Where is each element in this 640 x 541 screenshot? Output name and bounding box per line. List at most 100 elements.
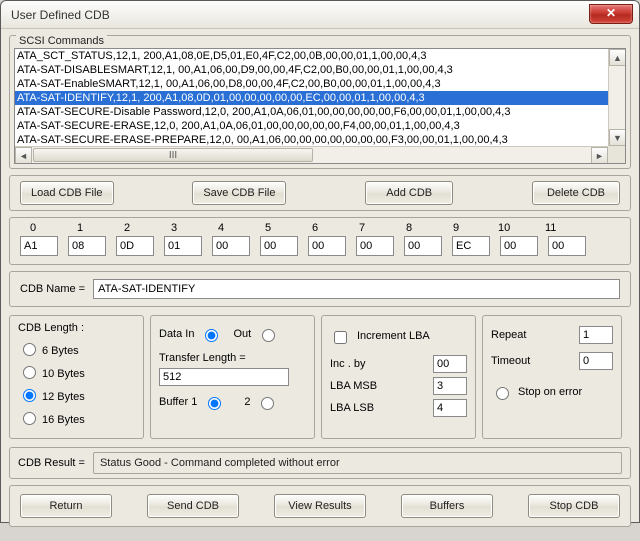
cdb-result-label: CDB Result = [18, 457, 85, 469]
timeout-input[interactable] [579, 352, 613, 370]
data-out-radio[interactable] [262, 329, 275, 342]
incby-input[interactable] [433, 355, 467, 373]
scroll-up-icon[interactable]: ▲ [609, 49, 626, 66]
scroll-left-icon[interactable]: ◄ [15, 147, 32, 164]
save-cdb-file-button[interactable]: Save CDB File [192, 181, 286, 205]
cdb-name-label: CDB Name = [20, 283, 85, 295]
repeat-label: Repeat [491, 329, 526, 341]
data-in-radio[interactable] [205, 329, 218, 342]
send-cdb-button[interactable]: Send CDB [147, 494, 239, 518]
scroll-right-icon[interactable]: ► [591, 147, 608, 164]
delete-cdb-button[interactable]: Delete CDB [532, 181, 620, 205]
cdb-length-panel: CDB Length : 6 Bytes 10 Bytes 12 Bytes 16 B… [9, 315, 144, 439]
length-option[interactable]: 10 Bytes [18, 361, 135, 380]
bottom-buttons-group: Return Send CDB View Results Buffers Sto… [9, 485, 631, 527]
byte-header: 11 [545, 222, 555, 234]
return-button[interactable]: Return [20, 494, 112, 518]
file-buttons-group: Load CDB File Save CDB File Add CDB Dele… [9, 175, 631, 211]
byte-input-1[interactable] [68, 236, 106, 256]
byte-header: 4 [216, 222, 226, 234]
byte-input-0[interactable] [20, 236, 58, 256]
load-cdb-file-button[interactable]: Load CDB File [20, 181, 114, 205]
byte-header: 8 [404, 222, 414, 234]
lba-msb-label: LBA MSB [330, 380, 377, 392]
length-radio[interactable] [23, 343, 36, 356]
increment-lba-checkbox[interactable] [334, 331, 347, 344]
byte-header: 6 [310, 222, 320, 234]
stop-on-error-radio[interactable] [496, 387, 509, 400]
byte-input-9[interactable] [452, 236, 490, 256]
data-io-panel: Data In Out Transfer Length = Buffer 1 2 [150, 315, 315, 439]
list-item[interactable]: ATA_SCT_STATUS,12,1, 200,A1,08,0E,D5,01,… [15, 49, 608, 63]
byte-input-8[interactable] [404, 236, 442, 256]
scroll-corner [608, 146, 625, 163]
byte-header: 0 [28, 222, 38, 234]
list-item[interactable]: ATA-SAT-DISABLESMART,12,1, 00,A1,06,00,D… [15, 63, 608, 77]
byte-input-4[interactable] [212, 236, 250, 256]
byte-input-2[interactable] [116, 236, 154, 256]
length-radio[interactable] [23, 389, 36, 402]
close-icon: ✕ [606, 6, 616, 20]
close-button[interactable]: ✕ [589, 4, 633, 24]
lba-msb-input[interactable] [433, 377, 467, 395]
byte-header: 3 [169, 222, 179, 234]
byte-header: 2 [122, 222, 132, 234]
lba-lsb-label: LBA LSB [330, 402, 374, 414]
data-out-label: Out [233, 328, 251, 340]
stop-cdb-button[interactable]: Stop CDB [528, 494, 620, 518]
transfer-length-label: Transfer Length = [159, 352, 246, 364]
scsi-commands-label: SCSI Commands [16, 35, 107, 47]
buffers-button[interactable]: Buffers [401, 494, 493, 518]
window-title: User Defined CDB [11, 8, 110, 22]
byte-input-11[interactable] [548, 236, 586, 256]
cdb-name-group: CDB Name = [9, 271, 631, 307]
cdb-name-input[interactable] [93, 279, 620, 299]
list-item[interactable]: ATA-SAT-SECURE-ERASE,12,0, 200,A1,0A,06,… [15, 119, 608, 133]
repeat-panel: Repeat Timeout Stop on error [482, 315, 622, 439]
byte-input-3[interactable] [164, 236, 202, 256]
buffer1-label: Buffer 1 [159, 396, 197, 408]
byte-header: 7 [357, 222, 367, 234]
list-item[interactable]: ATA-SAT-SECURE-Disable Password,12,0, 20… [15, 105, 608, 119]
lba-panel: Increment LBA Inc . by LBA MSB LBA LSB [321, 315, 476, 439]
increment-lba-label: Increment LBA [357, 330, 430, 342]
window: User Defined CDB ✕ SCSI Commands ATA_SCT… [0, 0, 640, 523]
list-item[interactable]: ATA-SAT-IDENTIFY,12,1, 200,A1,08,0D,01,0… [15, 91, 608, 105]
add-cdb-button[interactable]: Add CDB [365, 181, 453, 205]
data-in-label: Data In [159, 328, 194, 340]
options-row: CDB Length : 6 Bytes 10 Bytes 12 Bytes 16 B… [9, 313, 631, 441]
stop-on-error-label: Stop on error [518, 386, 582, 398]
cdb-bytes-group: 01234567891011 [9, 217, 631, 265]
view-results-button[interactable]: View Results [274, 494, 366, 518]
titlebar: User Defined CDB ✕ [1, 1, 639, 29]
byte-input-6[interactable] [308, 236, 346, 256]
byte-input-7[interactable] [356, 236, 394, 256]
cdb-result-text: Status Good - Command completed without … [93, 452, 622, 474]
client-area: SCSI Commands ATA_SCT_STATUS,12,1, 200,A… [1, 29, 639, 541]
byte-input-10[interactable] [500, 236, 538, 256]
scroll-thumb[interactable]: III [33, 148, 313, 162]
incby-label: Inc . by [330, 358, 365, 370]
cdb-length-label: CDB Length : [18, 322, 135, 334]
list-item[interactable]: ATA-SAT-EnableSMART,12,1, 00,A1,06,00,D8… [15, 77, 608, 91]
length-option[interactable]: 6 Bytes [18, 338, 135, 357]
buffer2-radio[interactable] [261, 397, 274, 410]
length-option[interactable]: 16 Bytes [18, 407, 135, 426]
horizontal-scrollbar[interactable]: ◄ III ► [15, 146, 608, 163]
vertical-scrollbar[interactable]: ▲ ▼ [608, 49, 625, 146]
byte-header: 9 [451, 222, 461, 234]
byte-input-5[interactable] [260, 236, 298, 256]
timeout-label: Timeout [491, 355, 530, 367]
lba-lsb-input[interactable] [433, 399, 467, 417]
length-radio[interactable] [23, 412, 36, 425]
scroll-down-icon[interactable]: ▼ [609, 129, 626, 146]
scsi-commands-group: SCSI Commands ATA_SCT_STATUS,12,1, 200,A… [9, 35, 631, 169]
repeat-input[interactable] [579, 326, 613, 344]
scsi-command-list[interactable]: ATA_SCT_STATUS,12,1, 200,A1,08,0E,D5,01,… [14, 48, 626, 164]
length-option[interactable]: 12 Bytes [18, 384, 135, 403]
length-radio[interactable] [23, 366, 36, 379]
byte-header: 10 [498, 222, 508, 234]
transfer-length-input[interactable] [159, 368, 289, 386]
list-item[interactable]: ATA-SAT-SECURE-ERASE-PREPARE,12,0, 00,A1… [15, 133, 608, 146]
buffer1-radio[interactable] [208, 397, 221, 410]
